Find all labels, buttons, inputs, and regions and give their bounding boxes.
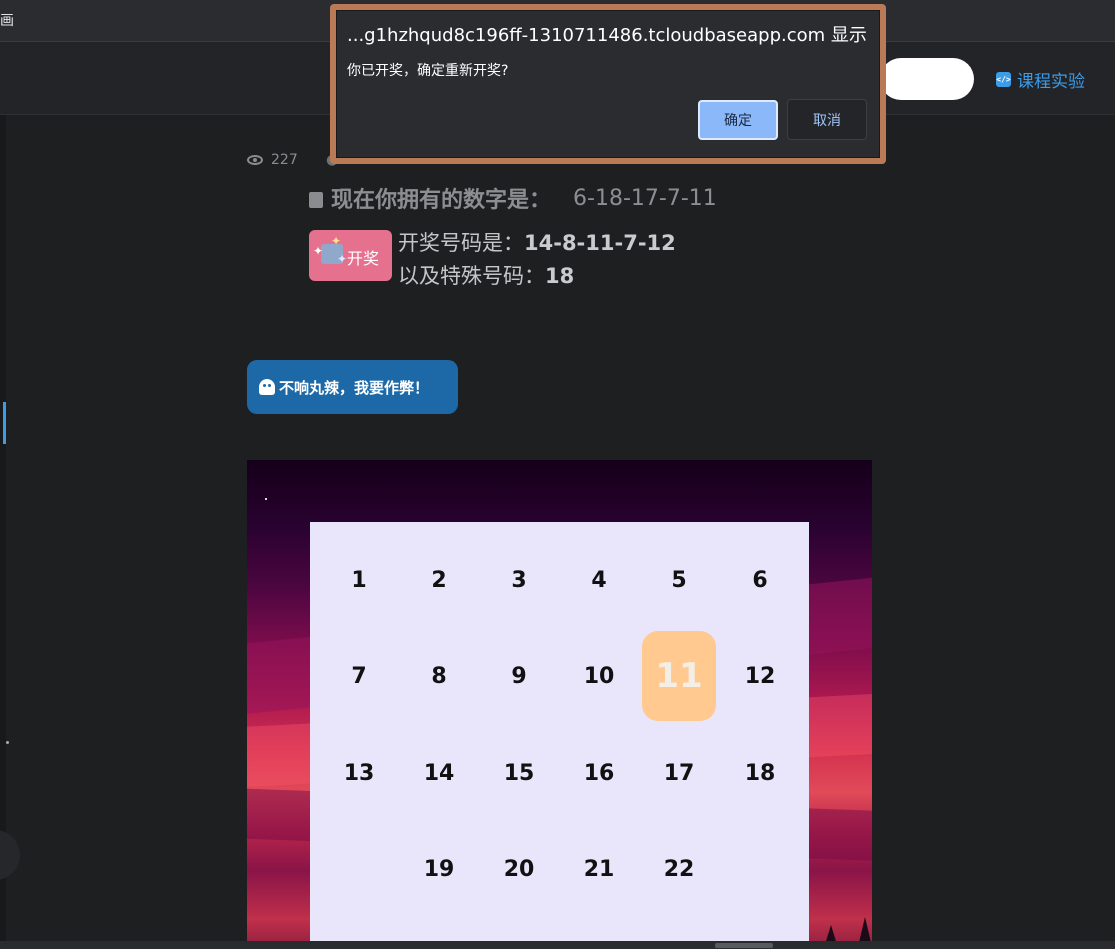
ok-button[interactable]: 确定: [698, 100, 778, 140]
number-cell[interactable]: 22: [642, 824, 716, 914]
number-cell[interactable]: 15: [482, 728, 556, 818]
sparkle-icon: ✦: [337, 252, 348, 266]
sparkle-icon: ✦: [331, 234, 342, 248]
number-cell[interactable]: 10: [562, 631, 636, 721]
number-cell[interactable]: 5: [642, 535, 716, 625]
number-cell[interactable]: 20: [482, 824, 556, 914]
dialog-title: ...g1hzhqud8c196ff-1310711486.tcloudbase…: [347, 25, 867, 46]
ghost-icon: [259, 379, 275, 395]
special-value: 18: [545, 264, 575, 288]
left-sidebar: [0, 115, 6, 949]
course-lab-link[interactable]: </> 课程实验: [996, 67, 1085, 92]
number-cell[interactable]: 17: [642, 728, 716, 818]
number-cell-selected[interactable]: 11: [642, 631, 716, 721]
number-cell[interactable]: 1: [322, 535, 396, 625]
number-cell[interactable]: 16: [562, 728, 636, 818]
number-cell[interactable]: 3: [482, 535, 556, 625]
number-cell[interactable]: 2: [402, 535, 476, 625]
number-cell[interactable]: 12: [723, 631, 797, 721]
scrollbar-thumb[interactable]: [715, 943, 773, 948]
draw-button-label: 开奖: [347, 249, 380, 268]
owned-value: 6-18-17-7-11: [573, 185, 717, 211]
cheat-button-label: 不响丸辣，我要作弊！: [279, 378, 430, 397]
number-cell[interactable]: 14: [402, 728, 476, 818]
number-cell[interactable]: 9: [482, 631, 556, 721]
number-board: 1 2 3 4 5 6 7 8 9 10 11 12 13 14 15 16 17 18 19 20 21 22: [310, 522, 809, 949]
cancel-button[interactable]: 取消: [787, 99, 867, 140]
owned-label: 现在你拥有的数字是：: [331, 188, 552, 213]
number-cell[interactable]: 18: [723, 728, 797, 818]
draw-button[interactable]: ✦ ✦ ✦ 开奖: [309, 230, 392, 281]
winning-label: 开奖号码是：: [398, 231, 524, 255]
special-line: 以及特殊号码：18: [398, 260, 676, 293]
document-icon: [309, 192, 323, 208]
special-label: 以及特殊号码：: [398, 264, 545, 288]
post-meta: 227: [247, 152, 298, 168]
number-cell[interactable]: 19: [402, 824, 476, 914]
course-lab-label: 课程实验: [1017, 72, 1085, 92]
sidebar-dot: [6, 741, 9, 744]
number-cell[interactable]: 7: [322, 631, 396, 721]
eye-icon: [247, 155, 263, 165]
floating-widget[interactable]: [0, 830, 20, 880]
confirm-dialog: ...g1hzhqud8c196ff-1310711486.tcloudbase…: [330, 4, 886, 164]
winning-line: 开奖号码是：14-8-11-7-12: [398, 227, 676, 260]
search-input[interactable]: [880, 58, 974, 100]
view-count: 227: [271, 152, 298, 168]
number-cell[interactable]: 8: [402, 631, 476, 721]
number-cell[interactable]: 4: [562, 535, 636, 625]
sidebar-active-indicator: [3, 402, 6, 444]
partial-tab-title: 画: [0, 13, 14, 29]
star-dot: [265, 498, 267, 500]
cheat-button[interactable]: 不响丸辣，我要作弊！: [247, 360, 458, 414]
winning-value: 14-8-11-7-12: [524, 231, 676, 255]
number-cell[interactable]: 6: [723, 535, 797, 625]
dialog-message: 你已开奖，确定重新开奖?: [347, 63, 509, 79]
number-cell[interactable]: 13: [322, 728, 396, 818]
code-icon: </>: [996, 72, 1011, 87]
winning-numbers: 开奖号码是：14-8-11-7-12 以及特殊号码：18: [398, 227, 676, 293]
horizontal-scrollbar[interactable]: [0, 941, 1115, 949]
sparkle-icon: ✦: [313, 244, 324, 258]
owned-numbers: 现在你拥有的数字是： 6-18-17-7-11: [309, 182, 717, 214]
number-cell[interactable]: 21: [562, 824, 636, 914]
